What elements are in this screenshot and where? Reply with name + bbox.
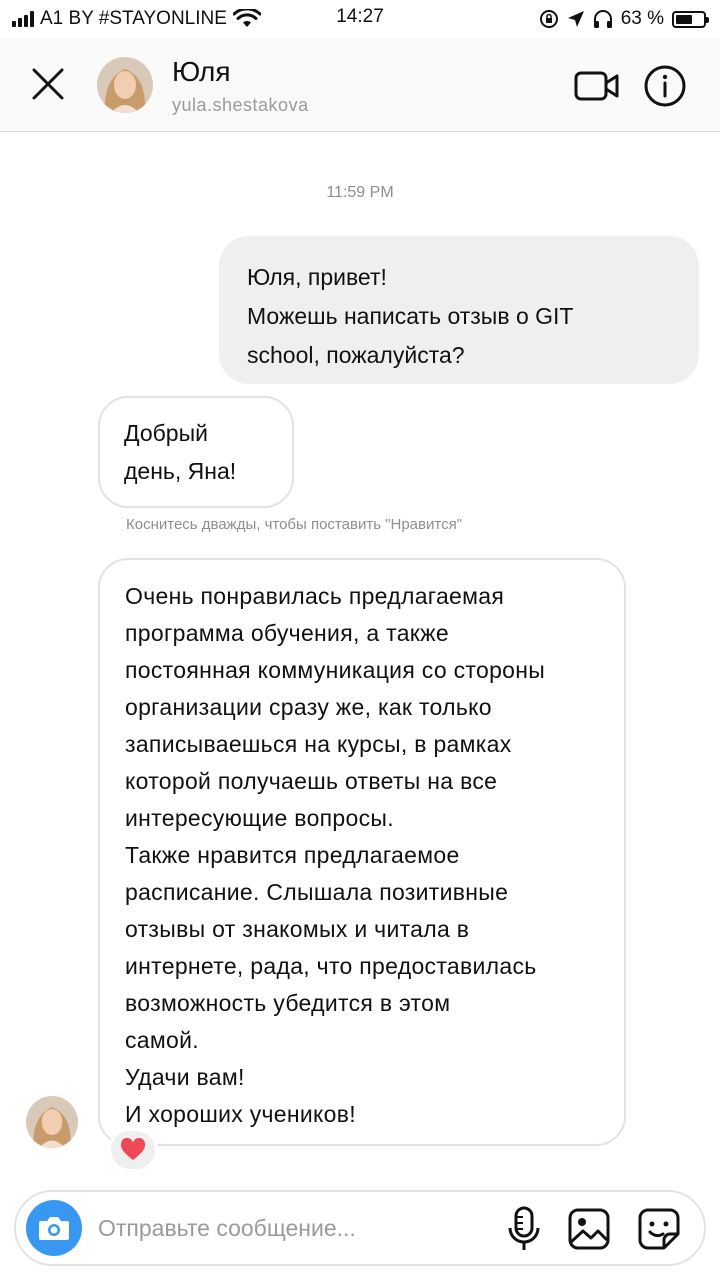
message-line: самой. xyxy=(125,1027,199,1053)
info-button[interactable] xyxy=(643,64,687,108)
double-tap-hint: Коснитесь дважды, чтобы поставить "Нрави… xyxy=(126,516,463,533)
video-call-icon xyxy=(574,71,619,101)
close-icon xyxy=(32,68,64,100)
message-input[interactable] xyxy=(98,1202,478,1254)
battery-icon xyxy=(672,10,709,28)
voice-message-button[interactable] xyxy=(506,1206,542,1252)
message-line: Также нравится предлагаемое xyxy=(125,842,460,868)
message-line: Удачи вам! xyxy=(125,1064,245,1090)
message-timestamp: 11:59 PM xyxy=(326,184,394,201)
reaction-badge[interactable] xyxy=(108,1128,158,1172)
message-line: интернете, рада, что предоставилась xyxy=(125,953,537,979)
gallery-icon xyxy=(568,1208,610,1250)
contact-name[interactable]: Юля xyxy=(172,56,231,88)
video-call-button[interactable] xyxy=(574,64,620,108)
info-icon xyxy=(644,65,686,107)
message-line: отзывы от знакомых и читала в xyxy=(125,916,470,942)
message-line: день, Яна! xyxy=(124,458,237,484)
message-line: программа обучения, а также xyxy=(125,620,449,646)
message-line: которой получаешь ответы на все xyxy=(125,768,498,794)
message-line: расписание. Слышала позитивные xyxy=(125,879,509,905)
message-line: Добрый xyxy=(124,420,208,446)
orientation-lock-icon xyxy=(539,10,558,28)
outgoing-message[interactable]: Юля, привет! Можешь написать отзыв о GIT… xyxy=(219,236,699,384)
message-line: school, пожалуйста? xyxy=(247,342,465,368)
contact-username[interactable]: yula.shestakova xyxy=(172,95,309,116)
message-line: записываешься на курсы, в рамках xyxy=(125,731,512,757)
camera-button[interactable] xyxy=(26,1200,82,1256)
sticker-button[interactable] xyxy=(636,1206,682,1252)
incoming-message[interactable]: Очень понравилась предлагаемая программа… xyxy=(98,558,626,1146)
message-composer xyxy=(14,1190,706,1266)
message-line: организации сразу же, как только xyxy=(125,694,492,720)
status-right: 63 % xyxy=(539,6,709,32)
location-icon xyxy=(567,11,584,27)
status-bar: A1 BY #STAYONLINE 14:27 63 % xyxy=(0,0,720,38)
battery-label: 63 % xyxy=(620,8,664,29)
sticker-icon xyxy=(638,1208,680,1250)
headphones-icon xyxy=(593,10,612,28)
gallery-button[interactable] xyxy=(566,1206,612,1252)
camera-icon xyxy=(39,1217,69,1240)
incoming-message[interactable]: Добрый день, Яна! xyxy=(98,396,294,508)
sender-avatar[interactable] xyxy=(26,1096,78,1148)
message-line: постоянная коммуникация со стороны xyxy=(125,657,546,683)
message-line: Можешь написать отзыв о GIT xyxy=(247,303,574,329)
message-line: возможность убедится в этом xyxy=(125,990,451,1016)
chat-header: Юля yula.shestakova xyxy=(0,38,720,132)
message-line: Юля, привет! xyxy=(247,264,387,290)
message-line: И хороших учеников! xyxy=(125,1101,356,1127)
message-line: интересующие вопросы. xyxy=(125,805,394,831)
message-line: Очень понравилась предлагаемая xyxy=(125,583,505,609)
avatar[interactable] xyxy=(97,57,153,113)
heart-icon xyxy=(120,1138,146,1160)
close-button[interactable] xyxy=(26,62,70,106)
microphone-icon xyxy=(508,1206,540,1250)
